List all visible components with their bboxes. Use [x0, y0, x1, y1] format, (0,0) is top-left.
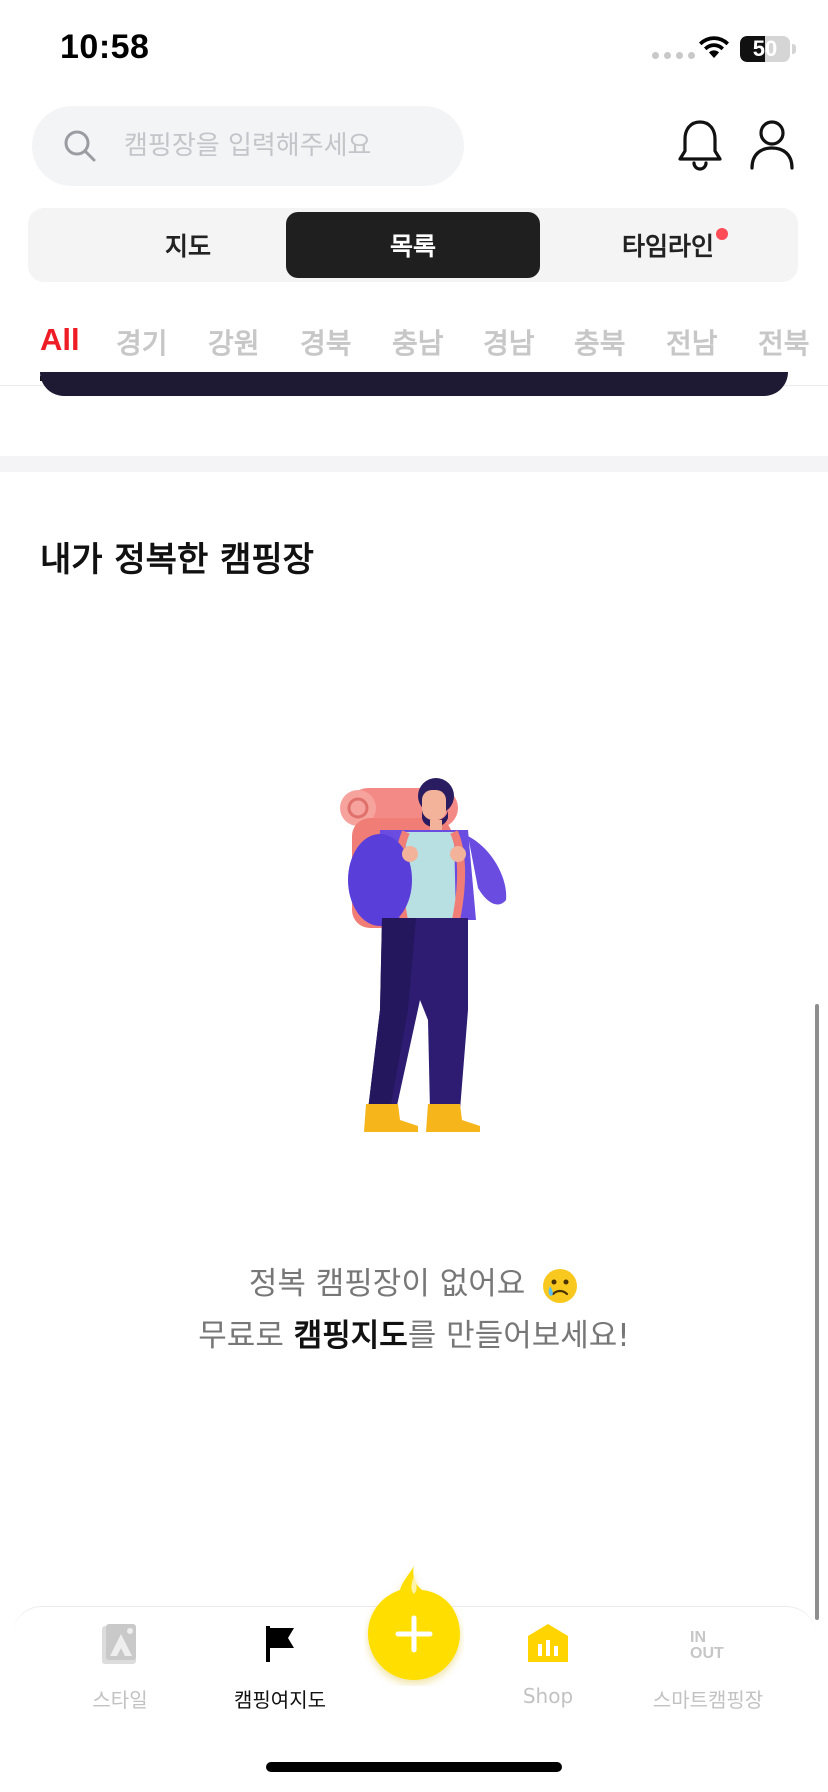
empty-cta-message: 무료로 캠핑지도를 만들어보세요! [0, 1310, 828, 1355]
empty-cta-suffix: 를 만들어보세요! [407, 1318, 630, 1354]
bell-icon[interactable] [676, 118, 724, 172]
view-segmented-control: 지도 목록 타임라인 [28, 208, 798, 282]
home-indicator [266, 1762, 562, 1772]
user-icon[interactable] [748, 118, 796, 172]
signal-dots-icon [652, 52, 695, 59]
nav-label-shop: Shop [522, 1684, 574, 1708]
region-tab-gangwon[interactable]: 강원 [208, 322, 260, 362]
sad-face-icon [543, 1268, 578, 1303]
nav-item-smart-camping[interactable]: IN OUT 스마트캠핑장 [628, 1622, 788, 1722]
region-tab-all[interactable]: All [40, 322, 80, 358]
section-divider [0, 456, 828, 472]
backpacker-illustration [340, 778, 507, 1132]
nav-label-camping-map: 캠핑여지도 [234, 1688, 326, 1712]
region-tab-jeonbuk[interactable]: 전북 [758, 322, 810, 362]
battery-icon: 50 [740, 36, 790, 62]
region-tab-chungnam[interactable]: 충남 [392, 322, 444, 362]
wifi-icon [699, 36, 729, 58]
card-bottom-edge [40, 372, 788, 396]
add-button[interactable] [364, 1562, 464, 1686]
region-tab-chungbuk[interactable]: 충북 [574, 322, 626, 362]
status-bar: 10:58 50 [0, 0, 828, 100]
empty-cta-prefix: 무료로 [198, 1318, 294, 1354]
region-tab-gyeongnam[interactable]: 경남 [483, 322, 535, 362]
search-icon [64, 130, 96, 162]
tab-list[interactable]: 목록 [286, 212, 540, 278]
region-tab-gyeonggi[interactable]: 경기 [116, 322, 168, 362]
battery-tip [792, 44, 796, 54]
nav-label-style: 스타일 [92, 1688, 148, 1712]
search-input[interactable] [124, 106, 444, 186]
nav-item-shop[interactable]: Shop [468, 1622, 628, 1722]
search-box[interactable] [32, 106, 464, 186]
nav-label-smart-camping: 스마트캠핑장 [652, 1688, 764, 1712]
status-time: 10:58 [60, 28, 150, 66]
nav-item-camping-map[interactable]: 캠핑여지도 [200, 1622, 360, 1722]
empty-message-text: 정복 캠핑장이 없어요 [248, 1266, 526, 1302]
in-out-icon-out: OUT [690, 1645, 724, 1662]
region-tab-gyeongbuk[interactable]: 경북 [300, 322, 352, 362]
tab-timeline[interactable]: 타임라인 [540, 212, 796, 278]
shop-icon [528, 1624, 568, 1662]
flag-icon [266, 1626, 294, 1662]
screen: 10:58 50 지도 목록 타임라인 All [0, 0, 828, 1792]
scrollbar[interactable] [815, 1004, 819, 1620]
section-title: 내가 정복한 캠핑장 [40, 540, 314, 580]
in-out-icon-in: IN [690, 1629, 706, 1646]
nav-item-style[interactable]: 스타일 [40, 1622, 200, 1722]
empty-cta-highlight: 캠핑지도 [293, 1318, 408, 1354]
region-tab-jeonnam[interactable]: 전남 [666, 322, 718, 362]
style-icon [102, 1624, 136, 1664]
empty-message: 정복 캠핑장이 없어요 [0, 1258, 828, 1305]
battery-level: 50 [752, 36, 778, 61]
timeline-notification-dot [716, 228, 728, 240]
